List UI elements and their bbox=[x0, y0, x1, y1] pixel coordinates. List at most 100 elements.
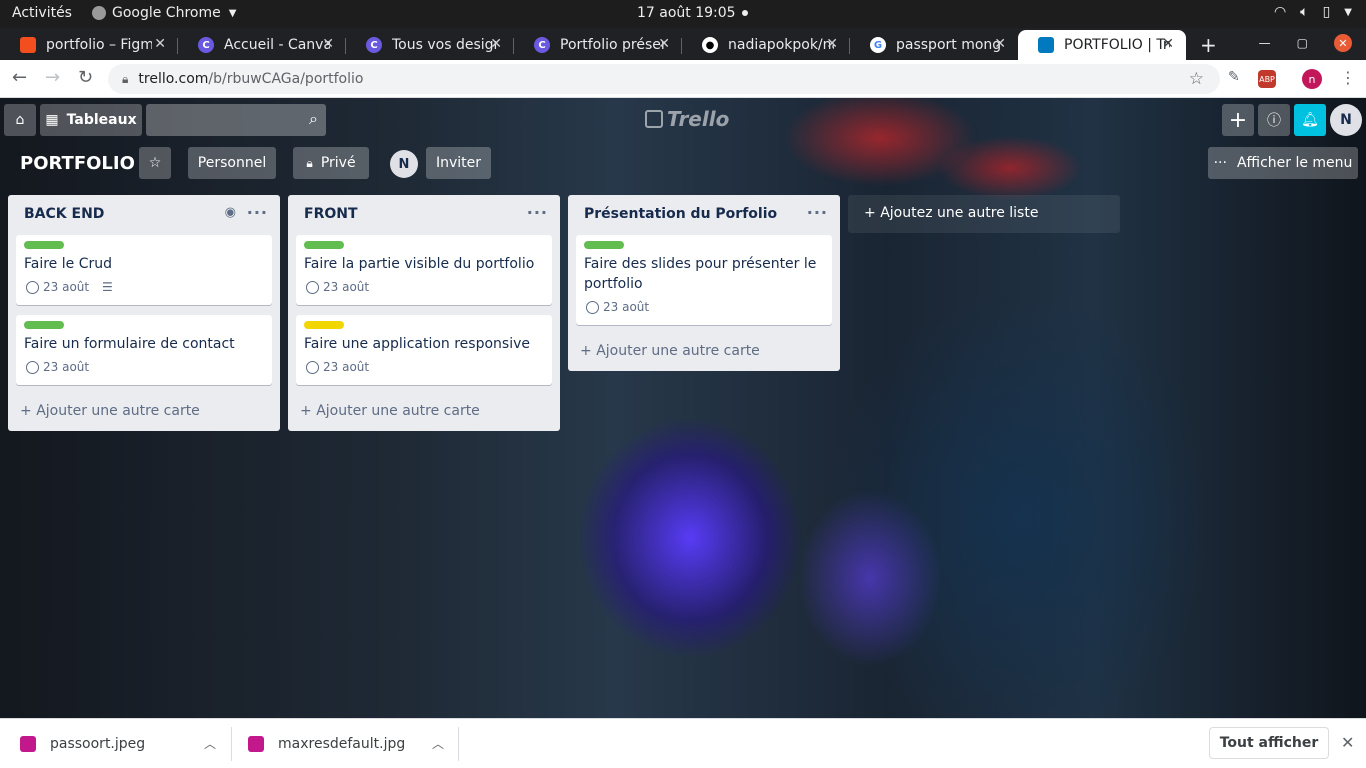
close-window-button[interactable]: ✕ bbox=[1334, 34, 1352, 52]
tab-canva-designs[interactable]: C Tous vos designs ✕ bbox=[346, 30, 514, 60]
home-button[interactable]: ⌂ bbox=[4, 104, 36, 136]
search-icon: ⌕ bbox=[309, 109, 318, 128]
minimize-button[interactable]: — bbox=[1259, 36, 1271, 50]
app-menu[interactable]: Google Chrome ▼ bbox=[91, 5, 237, 21]
member-avatar[interactable]: N bbox=[390, 150, 418, 178]
add-list-button[interactable]: + Ajoutez une autre liste bbox=[848, 195, 1120, 233]
card-label[interactable] bbox=[24, 241, 64, 249]
boards-label: Tableaux bbox=[66, 112, 137, 128]
list-title[interactable]: Présentation du Porfolio bbox=[584, 206, 777, 222]
profile-avatar[interactable]: n bbox=[1302, 69, 1322, 89]
tab-title: nadiapokpok/nadia bbox=[728, 37, 834, 53]
plus-icon: + bbox=[1228, 107, 1248, 133]
due-date-badge[interactable]: 23 août bbox=[306, 360, 369, 374]
visibility-button[interactable]: 🔒︎ Privé bbox=[293, 147, 369, 179]
more-vert-icon[interactable]: ⋮ bbox=[1340, 68, 1356, 87]
chevron-down-icon: ▼ bbox=[228, 7, 237, 19]
card-title: Faire un formulaire de contact bbox=[24, 336, 235, 352]
info-button[interactable]: ⓘ bbox=[1258, 104, 1290, 136]
add-card-button[interactable]: + Ajouter une autre carte bbox=[300, 403, 480, 419]
home-icon: ⌂ bbox=[15, 112, 25, 128]
boards-button[interactable]: ▦ Tableaux bbox=[40, 104, 142, 136]
add-card-label: Ajouter une autre carte bbox=[316, 403, 480, 419]
board-search-input[interactable]: ⌕ bbox=[146, 104, 326, 136]
card[interactable]: Faire des slides pour présenter le portf… bbox=[576, 235, 832, 325]
close-icon[interactable]: ✕ bbox=[658, 36, 670, 52]
close-icon[interactable]: ✕ bbox=[1341, 733, 1354, 752]
due-date-badge[interactable]: 23 août bbox=[26, 360, 89, 374]
close-icon[interactable]: ✕ bbox=[994, 36, 1006, 52]
plus-icon: + bbox=[300, 403, 317, 419]
invite-button[interactable]: Inviter bbox=[426, 147, 491, 179]
card[interactable]: Faire une application responsive 23 août bbox=[296, 315, 552, 385]
back-arrow-icon[interactable]: ← bbox=[12, 67, 27, 88]
tab-canva-portfolio[interactable]: C Portfolio présentation ✕ bbox=[514, 30, 682, 60]
card-label[interactable] bbox=[24, 321, 64, 329]
user-avatar[interactable]: N bbox=[1330, 104, 1362, 136]
list-menu-button[interactable]: ··· bbox=[807, 203, 828, 222]
system-status-area[interactable]: ◠ 🔈︎ ▯ ▼ bbox=[1274, 4, 1352, 20]
card[interactable]: Faire le Crud 23 août ☰ bbox=[16, 235, 272, 305]
star-board-button[interactable]: ☆ bbox=[139, 147, 171, 179]
list-title[interactable]: FRONT bbox=[304, 206, 358, 222]
close-icon[interactable]: ✕ bbox=[154, 36, 166, 52]
list-menu-button[interactable]: ··· bbox=[247, 203, 268, 222]
extension-icon[interactable]: ✎ bbox=[1228, 69, 1240, 85]
list-title[interactable]: BACK END bbox=[24, 206, 104, 222]
chevron-up-icon[interactable]: ︿ bbox=[204, 735, 216, 752]
close-icon[interactable]: ✕ bbox=[490, 36, 502, 52]
show-all-downloads-button[interactable]: Tout afficher bbox=[1209, 727, 1329, 759]
card-label[interactable] bbox=[304, 321, 344, 329]
download-item[interactable]: maxresdefault.jpg ︿ bbox=[248, 719, 458, 768]
bookmark-star-icon[interactable]: ☆ bbox=[1189, 69, 1204, 89]
list-back-end: BACK END ◉ ··· Faire le Crud 23 août ☰ F… bbox=[8, 195, 280, 431]
list-menu-button[interactable]: ··· bbox=[527, 203, 548, 222]
card[interactable]: Faire la partie visible du portfolio 23 … bbox=[296, 235, 552, 305]
chevron-down-icon: ▼ bbox=[1344, 6, 1352, 18]
trello-board: ⌂ ▦ Tableaux ⌕ Trello + ⓘ 🔔︎ N PORTFOLIO… bbox=[0, 98, 1366, 718]
wifi-icon: ◠ bbox=[1273, 4, 1287, 20]
adblock-icon[interactable]: ABP bbox=[1258, 70, 1276, 88]
create-button[interactable]: + bbox=[1222, 104, 1254, 136]
chevron-up-icon[interactable]: ︿ bbox=[432, 735, 444, 752]
card-label[interactable] bbox=[304, 241, 344, 249]
board-title[interactable]: PORTFOLIO bbox=[20, 153, 135, 174]
close-icon[interactable]: ✕ bbox=[322, 36, 334, 52]
new-tab-button[interactable]: + bbox=[1200, 33, 1217, 57]
card[interactable]: Faire un formulaire de contact 23 août bbox=[16, 315, 272, 385]
tab-canva-home[interactable]: C Accueil - Canva ✕ bbox=[178, 30, 346, 60]
due-date-badge[interactable]: 23 août bbox=[586, 300, 649, 314]
tab-figma[interactable]: portfolio – Figma ✕ bbox=[0, 30, 178, 60]
canva-icon: C bbox=[198, 37, 214, 53]
maximize-button[interactable]: ▢ bbox=[1297, 36, 1308, 50]
notifications-button[interactable]: 🔔︎ bbox=[1294, 104, 1326, 136]
eye-icon: ◉ bbox=[224, 205, 236, 220]
chrome-icon bbox=[91, 6, 106, 20]
address-bar[interactable]: 🔒︎ trello.com/b/rbuwCAGa/portfolio ☆ bbox=[108, 64, 1220, 94]
forward-arrow-icon[interactable]: → bbox=[45, 67, 60, 88]
close-icon[interactable]: ✕ bbox=[1162, 36, 1174, 52]
browser-toolbar: ← → ↻ 🔒︎ trello.com/b/rbuwCAGa/portfolio… bbox=[0, 60, 1366, 98]
trello-logo[interactable]: Trello bbox=[645, 107, 729, 131]
due-date-badge[interactable]: 23 août bbox=[26, 280, 89, 294]
show-menu-button[interactable]: ··· Afficher le menu bbox=[1208, 147, 1358, 179]
lock-icon[interactable]: 🔒︎ bbox=[122, 72, 128, 87]
due-date: 23 août bbox=[323, 280, 370, 294]
clock[interactable]: 17 août 19:05 bbox=[637, 5, 748, 21]
card-label[interactable] bbox=[584, 241, 624, 249]
download-item[interactable]: passoort.jpeg ︿ bbox=[20, 719, 230, 768]
reload-icon[interactable]: ↻ bbox=[78, 67, 93, 88]
image-file-icon bbox=[248, 736, 264, 752]
add-card-button[interactable]: + Ajouter une autre carte bbox=[580, 343, 760, 359]
activities-button[interactable]: Activités bbox=[12, 5, 72, 21]
tab-github[interactable]: ● nadiapokpok/nadia ✕ bbox=[682, 30, 850, 60]
notification-dot-icon bbox=[741, 10, 748, 16]
close-icon[interactable]: ✕ bbox=[826, 36, 838, 52]
tab-google[interactable]: G passport mongoose ✕ bbox=[850, 30, 1018, 60]
team-button[interactable]: Personnel bbox=[188, 147, 276, 179]
add-card-button[interactable]: + Ajouter une autre carte bbox=[20, 403, 200, 419]
clock-icon bbox=[586, 300, 599, 314]
tab-title: PORTFOLIO | Trello bbox=[1064, 37, 1170, 53]
due-date-badge[interactable]: 23 août bbox=[306, 280, 369, 294]
tab-trello[interactable]: PORTFOLIO | Trello ✕ bbox=[1018, 30, 1186, 60]
